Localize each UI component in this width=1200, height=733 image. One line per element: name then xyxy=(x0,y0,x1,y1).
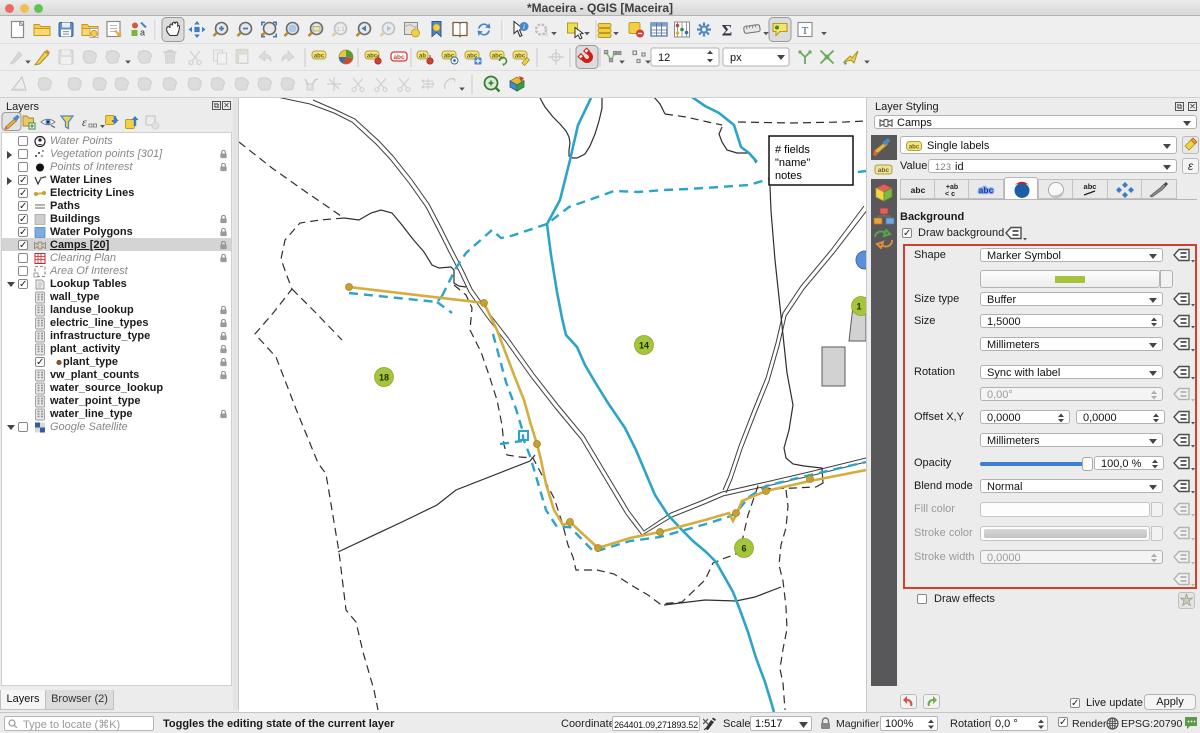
svg-text:# fields: # fields xyxy=(775,144,810,156)
svg-text:i: i xyxy=(523,23,525,31)
svg-text:ab: ab xyxy=(419,54,426,60)
svg-text:+ab: +ab xyxy=(945,184,957,191)
svg-text:px: px xyxy=(730,52,742,64)
svg-text:< c: < c xyxy=(945,191,955,198)
svg-text:Σ: Σ xyxy=(722,23,732,40)
svg-text:abc: abc xyxy=(909,145,920,151)
svg-text:6: 6 xyxy=(741,544,746,554)
svg-text:ε: ε xyxy=(82,115,87,129)
svg-text:1:1: 1:1 xyxy=(336,27,345,33)
svg-text:"name": "name" xyxy=(775,157,810,169)
svg-text:14: 14 xyxy=(639,341,649,351)
svg-text:12: 12 xyxy=(658,52,670,64)
svg-text:abc: abc xyxy=(911,185,926,195)
svg-text:abc: abc xyxy=(515,54,526,60)
svg-text:18: 18 xyxy=(379,373,389,383)
svg-text:notes: notes xyxy=(775,170,802,182)
svg-text:a: a xyxy=(140,28,145,38)
svg-text:abc: abc xyxy=(314,54,325,60)
svg-text:1: 1 xyxy=(856,302,861,312)
svg-text:a: a xyxy=(544,31,548,38)
svg-text:abc: abc xyxy=(393,54,405,61)
svg-text:T: T xyxy=(802,25,809,37)
svg-text:abc: abc xyxy=(979,185,994,195)
svg-text:abc: abc xyxy=(1084,182,1097,191)
svg-text:abc: abc xyxy=(878,167,890,174)
